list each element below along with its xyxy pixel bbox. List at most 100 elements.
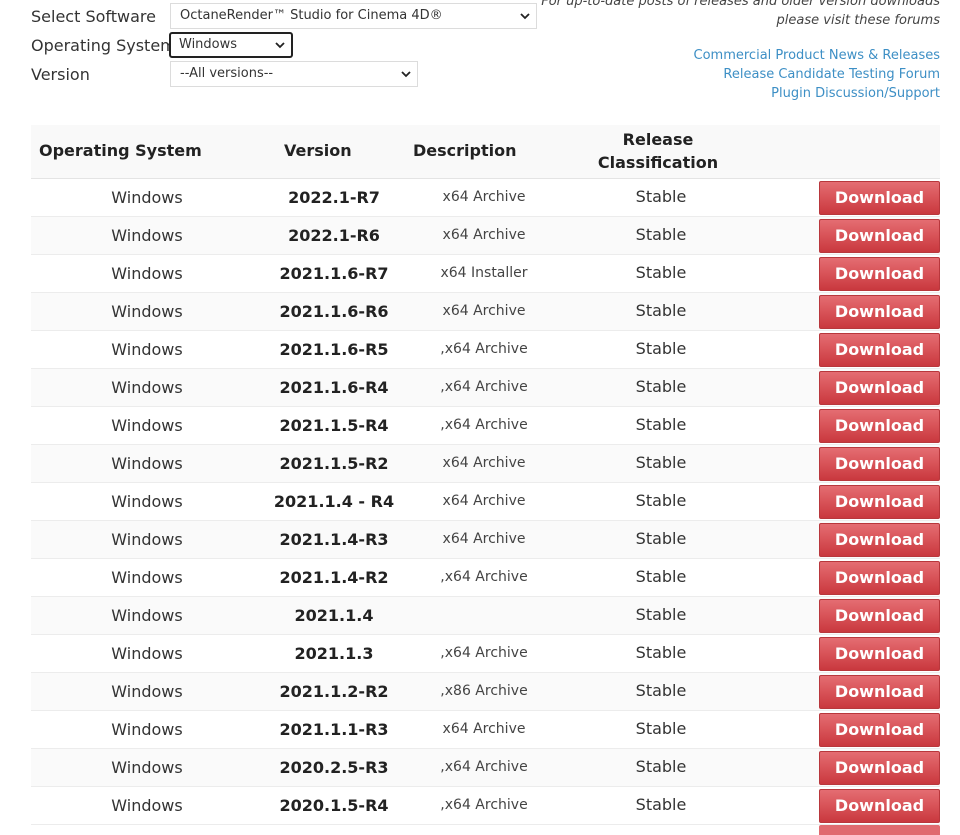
download-button[interactable]: Download <box>819 599 940 633</box>
table-row: Windows 2022.1-R7 x64 Archive Stable Downloa… <box>31 179 940 217</box>
row-os: Windows <box>111 568 183 587</box>
row-os: Windows <box>111 264 183 283</box>
download-button[interactable]: Download <box>819 485 940 519</box>
row-version: 2020.2.5-R3 <box>279 758 389 777</box>
download-button[interactable]: Download <box>819 713 940 747</box>
forum-info-text: For up-to-date posts of releases and old… <box>541 0 940 30</box>
row-version: 2021.1.1-R3 <box>279 720 389 739</box>
row-release: Stable <box>635 719 687 738</box>
row-os: Windows <box>111 492 183 511</box>
row-release: Stable <box>635 301 687 320</box>
row-version: 2021.1.3 <box>294 644 374 663</box>
row-version: 2021.1.6-R6 <box>279 302 389 321</box>
row-description: ,x64 Archive <box>440 379 528 395</box>
forum-info-line-2: please visit these forums <box>776 13 940 28</box>
row-os: Windows <box>111 416 183 435</box>
row-description: x64 Archive <box>442 303 526 319</box>
table-row: Windows 2021.1.4 - R4 x64 Archive Stable Dow… <box>31 483 940 521</box>
download-button[interactable]: Download <box>819 523 940 557</box>
download-button[interactable]: Download <box>819 675 940 709</box>
row-version: 2022.1-R6 <box>288 226 380 245</box>
download-button[interactable]: Download <box>819 257 940 291</box>
table-row: Windows 2021.1.1-R3 x64 Archive Stable Downl… <box>31 711 940 749</box>
row-description <box>405 597 563 634</box>
row-description: x64 Archive <box>442 493 526 509</box>
download-button[interactable]: Download <box>819 409 940 443</box>
row-version: 2021.1.5-R4 <box>279 416 389 435</box>
row-description: ,x64 Archive <box>440 797 528 813</box>
row-description: x64 Archive <box>442 721 526 737</box>
software-label: Select Software <box>31 7 156 26</box>
row-release: Stable <box>635 795 687 814</box>
table-row: Windows 2021.1.5-R4 ,x64 Archive Stable Down… <box>31 407 940 445</box>
header-release-classification: Release Classification <box>563 128 753 174</box>
table-row: Windows 2021.1.4-R2 ,x64 Archive Stable Down… <box>31 559 940 597</box>
download-button[interactable]: Download <box>819 789 940 823</box>
row-description: x64 Archive <box>442 455 526 471</box>
table-row: Windows 2021.1.5-R2 x64 Archive Stable Downl… <box>31 445 940 483</box>
row-release: Stable <box>635 263 687 282</box>
download-button[interactable]: Download <box>819 181 940 215</box>
download-button[interactable]: Download <box>819 561 940 595</box>
row-release: Stable <box>635 339 687 358</box>
forum-link-news[interactable]: Commercial Product News & Releases <box>694 46 940 65</box>
table-row: Windows 2021.1.3 ,x64 Archive Stable Downloa… <box>31 635 940 673</box>
os-label: Operating System <box>31 36 176 55</box>
row-release: Stable <box>635 757 687 776</box>
row-description: ,x64 Archive <box>440 759 528 775</box>
table-row: Windows 2020.1.5-R4 ,x64 Archive Stable Down… <box>31 787 940 825</box>
chevron-down-icon <box>401 71 411 78</box>
download-button-partial[interactable] <box>819 825 940 835</box>
row-description: ,x64 Archive <box>440 569 528 585</box>
download-button[interactable]: Download <box>819 447 940 481</box>
row-release: Stable <box>635 605 687 624</box>
row-version: 2021.1.4 - R4 <box>273 492 395 511</box>
forum-link-rc-testing[interactable]: Release Candidate Testing Forum <box>694 65 940 84</box>
forum-links: Commercial Product News & Releases Relea… <box>694 46 940 103</box>
software-select-value: OctaneRender™ Studio for Cinema 4D® <box>180 8 443 23</box>
row-description: x64 Installer <box>440 265 528 281</box>
header-os: Operating System <box>39 141 202 160</box>
row-description: x64 Archive <box>442 227 526 243</box>
row-release: Stable <box>635 225 687 244</box>
version-select[interactable]: --All versions-- <box>170 61 418 87</box>
row-os: Windows <box>111 302 183 321</box>
row-version: 2021.1.6-R7 <box>279 264 389 283</box>
table-row: Windows 2021.1.4-R3 x64 Archive Stable Downl… <box>31 521 940 559</box>
header-release-line-1: Release <box>622 130 694 149</box>
row-version: 2021.1.4-R2 <box>279 568 389 587</box>
table-row: Windows 2021.1.6-R6 x64 Archive Stable Downl… <box>31 293 940 331</box>
row-release: Stable <box>635 415 687 434</box>
table-row: Windows 2021.1.2-R2 ,x86 Archive Stable Down… <box>31 673 940 711</box>
row-description: x64 Archive <box>442 189 526 205</box>
row-version: 2021.1.5-R2 <box>279 454 389 473</box>
row-release: Stable <box>635 643 687 662</box>
row-os: Windows <box>111 606 183 625</box>
table-row: Windows 2021.1.6-R7 x64 Installer Stable Dow… <box>31 255 940 293</box>
row-version: 2021.1.2-R2 <box>279 682 389 701</box>
download-button[interactable]: Download <box>819 219 940 253</box>
row-description: ,x64 Archive <box>440 645 528 661</box>
row-description: x64 Archive <box>442 531 526 547</box>
forum-link-plugin-support[interactable]: Plugin Discussion/Support <box>694 84 940 103</box>
row-os: Windows <box>111 378 183 397</box>
version-label: Version <box>31 65 90 84</box>
row-version: 2020.1.5-R4 <box>279 796 389 815</box>
row-os: Windows <box>111 340 183 359</box>
table-body: Windows 2022.1-R7 x64 Archive Stable Downloa… <box>31 179 940 825</box>
download-button[interactable]: Download <box>819 751 940 785</box>
chevron-down-icon <box>520 13 530 20</box>
download-button[interactable]: Download <box>819 333 940 367</box>
os-select[interactable]: Windows <box>169 32 293 58</box>
table-row: Windows 2020.2.5-R3 ,x64 Archive Stable Down… <box>31 749 940 787</box>
software-select[interactable]: OctaneRender™ Studio for Cinema 4D® <box>170 3 537 29</box>
row-description: ,x64 Archive <box>440 417 528 433</box>
downloads-table: Operating System Version Description Rel… <box>31 125 940 825</box>
row-release: Stable <box>635 681 687 700</box>
header-version: Version <box>284 141 352 160</box>
download-button[interactable]: Download <box>819 295 940 329</box>
download-button[interactable]: Download <box>819 371 940 405</box>
row-release: Stable <box>635 187 687 206</box>
row-os: Windows <box>111 682 183 701</box>
download-button[interactable]: Download <box>819 637 940 671</box>
